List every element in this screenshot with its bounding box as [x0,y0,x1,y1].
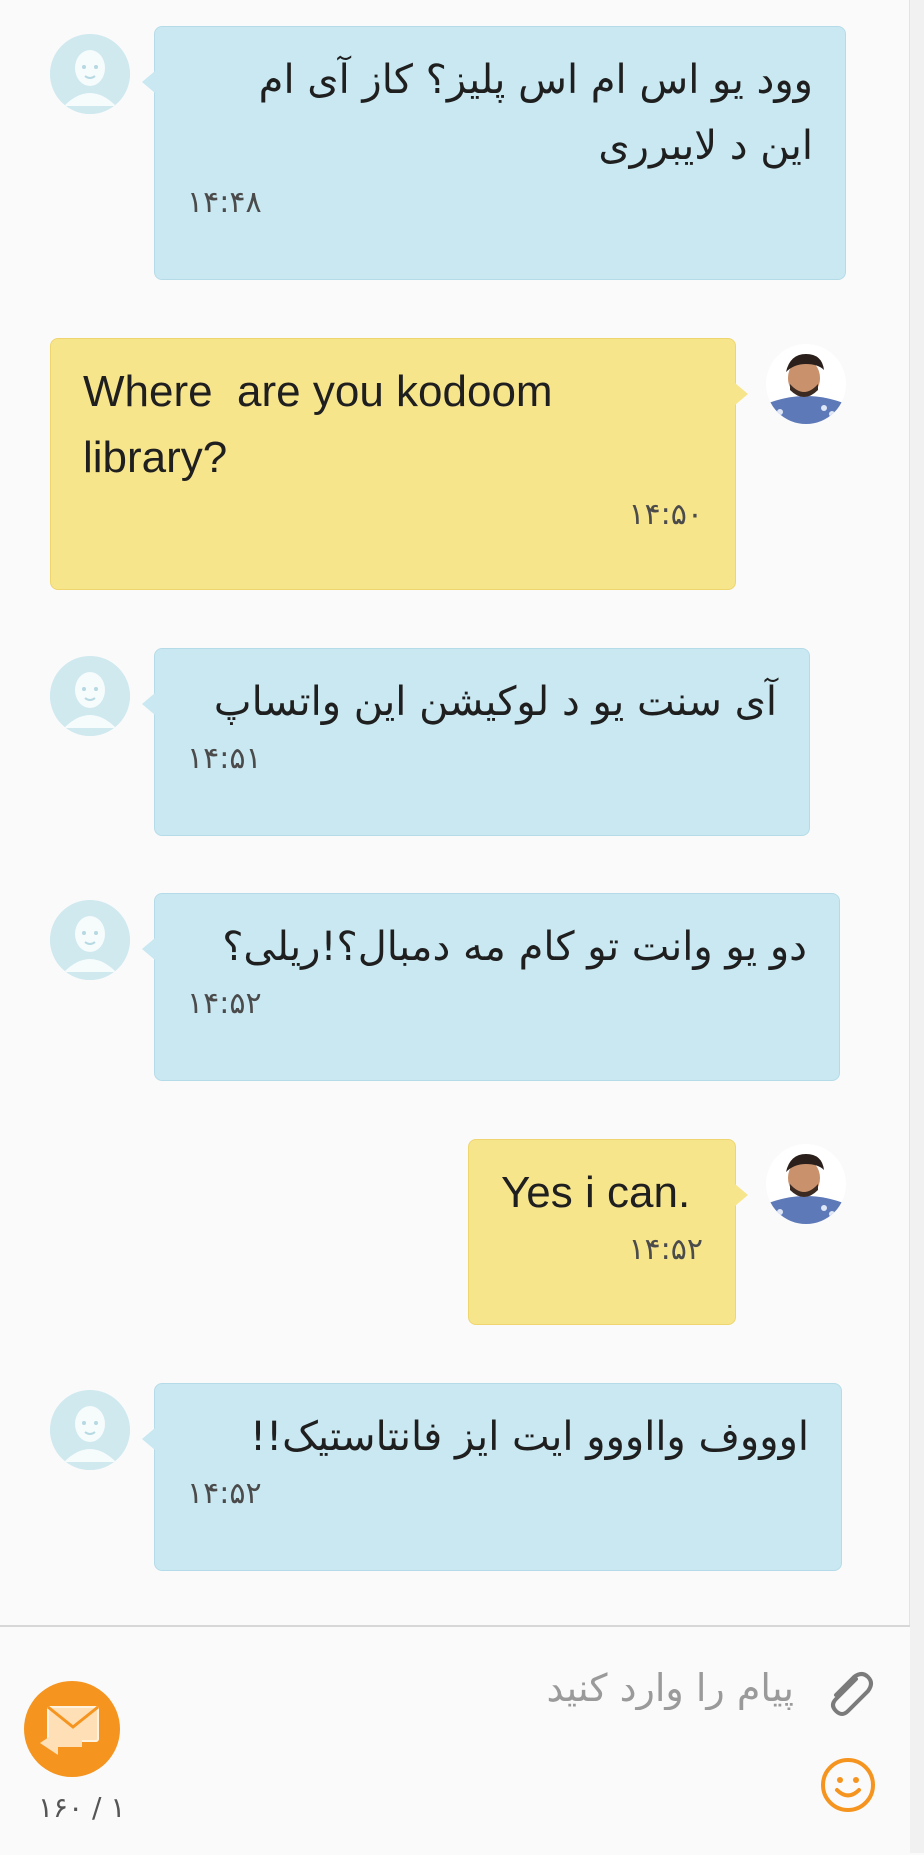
conversation-thread: وود یو اس ام اس پلیز؟ کاز آی ام این د لا… [0,0,910,1625]
default-person-icon [50,1390,130,1470]
message-timestamp: ۱۴:۵۲ [628,1232,703,1267]
contact-avatar[interactable] [50,900,130,980]
message-text: وود یو اس ام اس پلیز؟ کاز آی ام این د لا… [258,57,813,169]
message-composer: ۱ / ۱۶۰ [0,1625,910,1855]
message-timestamp: ۱۴:۴۸ [187,185,262,220]
default-person-icon [50,34,130,114]
message-timestamp: ۱۴:۵۰ [628,497,703,532]
message-text: دو یو وانت تو کام مه دمبال؟!ریلی؟ [222,924,807,970]
user-avatar[interactable] [766,344,846,424]
send-message-icon [40,1705,99,1755]
message-text: Yes i can. [501,1168,691,1217]
message-bubble-incoming[interactable]: اوووف وااووو ایت ایز فانتاستیک!! ۱۴:۵۲ [142,1383,842,1571]
message-bubble-incoming[interactable]: آی سنت یو د لوکیشن این واتساپ ۱۴:۵۱ [142,648,810,836]
message-bubble-incoming[interactable]: دو یو وانت تو کام مه دمبال؟!ریلی؟ ۱۴:۵۲ [142,893,840,1081]
message-timestamp: ۱۴:۵۲ [187,986,262,1021]
message-timestamp: ۱۴:۵۲ [187,1476,262,1511]
message-bubble-incoming[interactable]: وود یو اس ام اس پلیز؟ کاز آی ام این د لا… [142,26,846,280]
message-input[interactable] [150,1651,796,1725]
contact-avatar[interactable] [50,34,130,114]
default-person-icon [50,900,130,980]
scrollbar-track[interactable] [909,0,924,1853]
emoji-button[interactable] [818,1755,878,1815]
message-text: اوووف وااووو ایت ایز فانتاستیک!! [250,1414,809,1460]
user-photo-icon [766,344,846,424]
contact-avatar[interactable] [50,1390,130,1470]
paperclip-icon [831,1672,873,1716]
character-counter: ۱ / ۱۶۰ [38,1791,126,1824]
default-person-icon [50,656,130,736]
user-photo-icon [766,1144,846,1224]
message-text: آی سنت یو د لوکیشن این واتساپ [213,679,777,725]
message-timestamp: ۱۴:۵۱ [187,741,262,776]
contact-avatar[interactable] [50,656,130,736]
message-bubble-outgoing[interactable]: Where are you kodoom library? ۱۴:۵۰ [50,338,748,590]
message-bubble-outgoing[interactable]: Yes i can. ۱۴:۵۲ [468,1139,748,1325]
send-button[interactable] [24,1681,120,1777]
smiley-face-icon [821,1758,875,1812]
attach-button[interactable] [818,1663,878,1723]
message-text: Where are you kodoom library? [83,367,553,482]
user-avatar[interactable] [766,1144,846,1224]
